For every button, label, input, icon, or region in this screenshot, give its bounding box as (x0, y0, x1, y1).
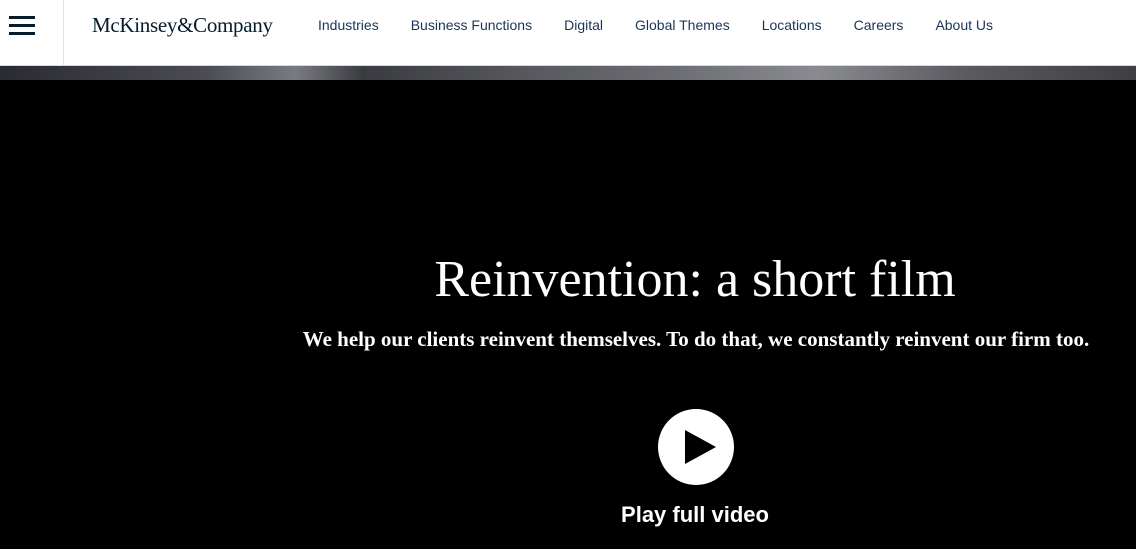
hero-section: Reinvention: a short film We help our cl… (0, 80, 1136, 549)
nav-item-digital[interactable]: Digital (564, 17, 603, 33)
hero-subtitle: We help our clients reinvent themselves.… (302, 327, 1090, 351)
company-logo[interactable]: McKinsey&Company (92, 13, 273, 38)
hamburger-menu-button[interactable] (0, 0, 64, 65)
play-video-button[interactable] (658, 409, 734, 485)
hero-title: Reinvention: a short film (434, 251, 956, 308)
play-icon (685, 430, 716, 464)
nav-item-global-themes[interactable]: Global Themes (635, 17, 730, 33)
play-video-label[interactable]: Play full video (595, 502, 795, 528)
nav-item-industries[interactable]: Industries (318, 17, 379, 33)
nav-item-about-us[interactable]: About Us (935, 17, 993, 33)
hamburger-menu-icon (9, 16, 35, 19)
main-nav: Industries Business Functions Digital Gl… (318, 17, 1025, 33)
nav-item-locations[interactable]: Locations (762, 17, 822, 33)
nav-item-business-functions[interactable]: Business Functions (411, 17, 532, 33)
nav-item-careers[interactable]: Careers (854, 17, 904, 33)
site-header: McKinsey&Company Industries Business Fun… (0, 0, 1136, 66)
banner-image-strip (0, 66, 1136, 80)
